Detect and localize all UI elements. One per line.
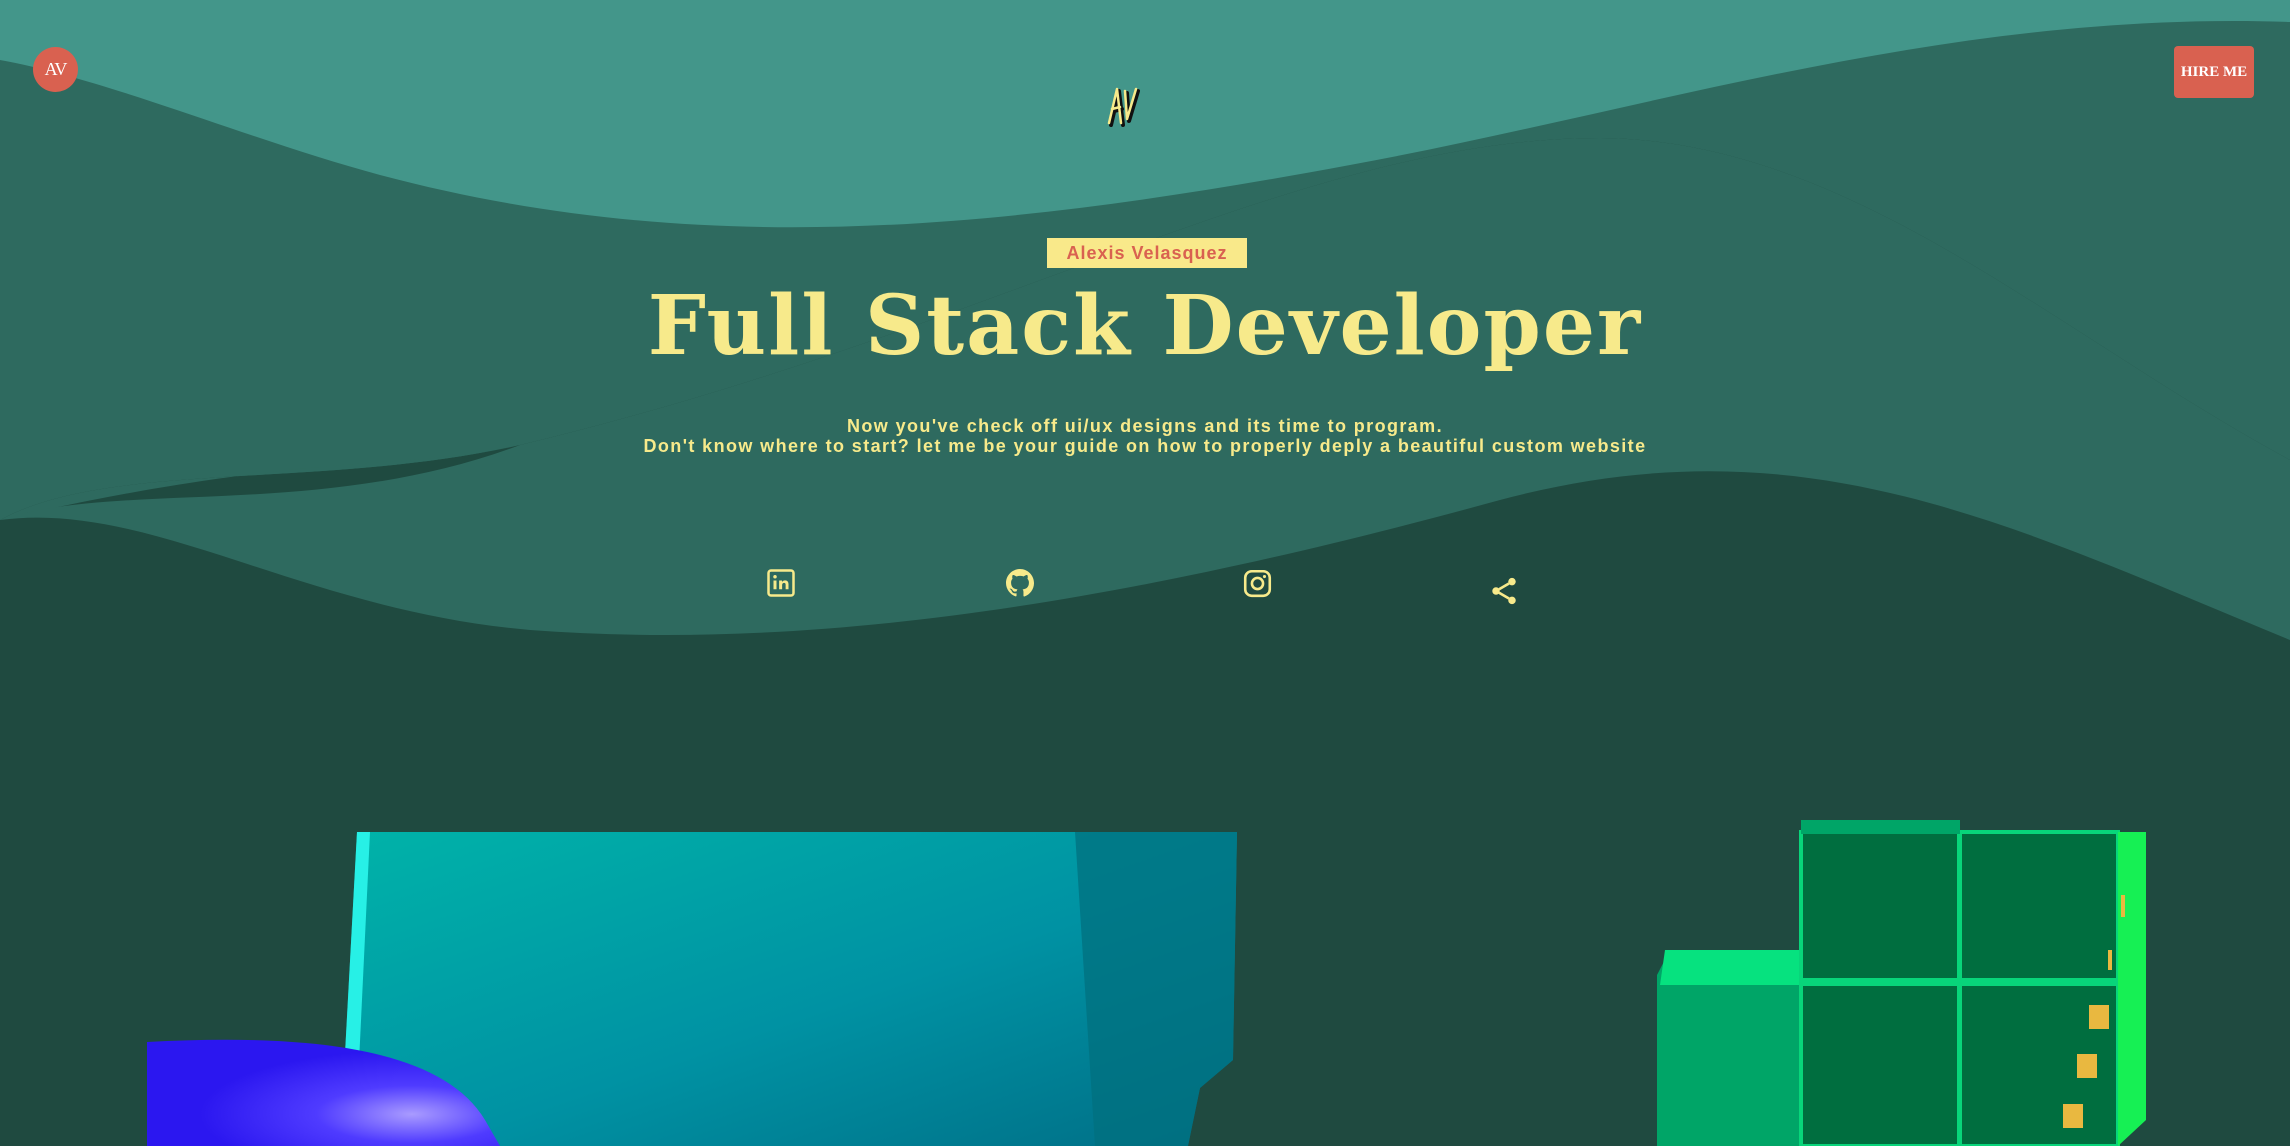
linkedin-link[interactable]	[763, 565, 799, 601]
subtitle-line-2: Don't know where to start? let me be you…	[643, 436, 1647, 456]
share-icon	[1492, 577, 1516, 605]
subtitle-line-1: Now you've check off ui/ux designs and i…	[847, 416, 1443, 436]
signature-logo	[1107, 87, 1140, 127]
hero-subtitle: Now you've check off ui/ux designs and i…	[0, 416, 2290, 456]
page-title: Full Stack Developer	[647, 278, 1643, 374]
linkedin-icon	[767, 569, 795, 597]
3d-scene	[147, 820, 2146, 1146]
hire-me-button[interactable]: HIRE ME	[2174, 46, 2254, 98]
share-link[interactable]	[1486, 573, 1522, 609]
instagram-link[interactable]	[1239, 565, 1275, 601]
github-icon	[1006, 569, 1034, 597]
name-badge: Alexis Velasquez	[1047, 238, 1247, 268]
instagram-icon	[1243, 569, 1271, 597]
logo-avatar[interactable]: AV	[33, 47, 78, 92]
github-link[interactable]	[1002, 565, 1038, 601]
